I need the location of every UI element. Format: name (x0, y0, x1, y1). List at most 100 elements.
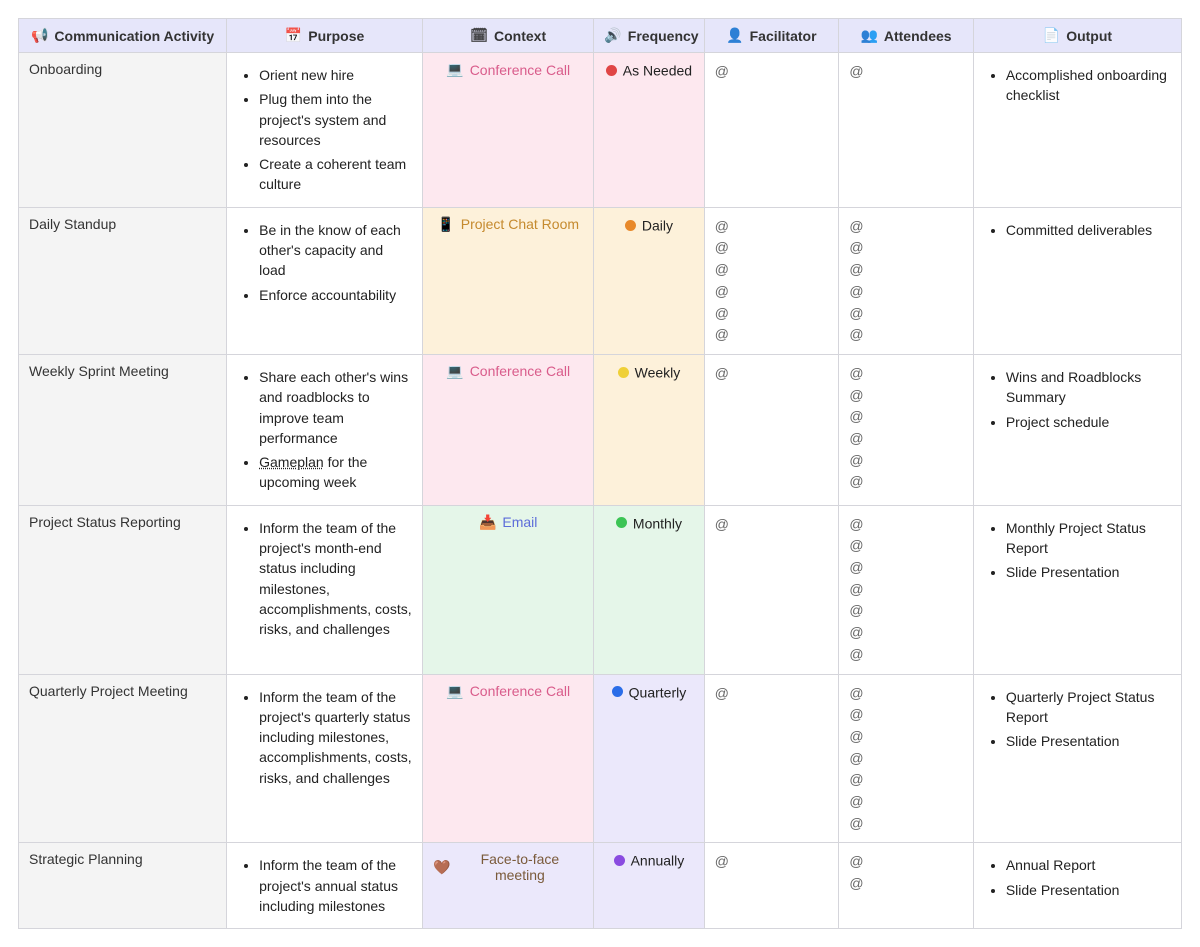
output-item: Slide Presentation (1006, 880, 1171, 900)
output-item: Quarterly Project Status Report (1006, 687, 1171, 728)
output-item: Committed deliverables (1006, 220, 1171, 240)
communication-plan-table-wrap: 📢 Communication Activity 📅 Purpose 🗓Contex… (0, 0, 1200, 947)
activity-cell: Daily Standup (19, 207, 227, 354)
attendees-cell: @ (839, 53, 974, 208)
speaker-icon: 🔊 (604, 27, 621, 44)
frequency-dot-icon (616, 517, 627, 528)
document-icon: 📄 (1043, 27, 1060, 44)
output-cell: Wins and Roadblocks Summary Project sched… (973, 354, 1181, 505)
context-label: Project Chat Room (461, 216, 579, 232)
activity-cell: Onboarding (19, 53, 227, 208)
purpose-item: Create a coherent team culture (259, 154, 412, 195)
table-row: Weekly Sprint Meeting Share each other's … (19, 354, 1182, 505)
header-context-label: Context (494, 28, 546, 44)
output-item: Wins and Roadblocks Summary (1006, 367, 1171, 408)
megaphone-icon: 📢 (31, 27, 48, 44)
output-item: Slide Presentation (1006, 562, 1171, 582)
output-item: Monthly Project Status Report (1006, 518, 1171, 559)
attendees-cell: @@@@@@@ (839, 674, 974, 843)
table-row: Quarterly Project Meeting Inform the team… (19, 674, 1182, 843)
frequency-cell: Daily (594, 207, 704, 354)
header-context: 🗓Context (422, 19, 593, 53)
frequency-dot-icon (618, 367, 629, 378)
purpose-cell: Orient new hirePlug them into the projec… (227, 53, 423, 208)
facilitator-cell: @ (704, 53, 839, 208)
purpose-cell: Inform the team of the project's quarter… (227, 674, 423, 843)
table-row: OnboardingOrient new hirePlug them into … (19, 53, 1182, 208)
context-cell: 🤎 Face-to-face meeting (422, 843, 593, 929)
frequency-label: Weekly (635, 364, 681, 380)
purpose-item: Enforce accountability (259, 285, 412, 305)
context-cell: 💻 Conference Call (422, 354, 593, 505)
frequency-cell: Quarterly (594, 674, 704, 843)
table-row: Daily Standup Be in the know of each othe… (19, 207, 1182, 354)
frequency-cell: Annually (594, 843, 704, 929)
purpose-item: Be in the know of each other's capacity … (259, 220, 412, 281)
facilitator-cell: @@@@@@ (704, 207, 839, 354)
calendar-icon: 📅 (285, 27, 302, 44)
facilitator-cell: @ (704, 843, 839, 929)
header-attendees: 👥 Attendees (839, 19, 974, 53)
output-cell: Annual Report Slide Presentation (973, 843, 1181, 929)
purpose-cell: Inform the team of the project's annual … (227, 843, 423, 929)
table-row: Project Status ReportingInform the team … (19, 505, 1182, 674)
header-facilitator-label: Facilitator (750, 28, 817, 44)
header-frequency: 🔊 Frequency (594, 19, 704, 53)
frequency-dot-icon (612, 686, 623, 697)
purpose-item: Gameplan for the upcoming week (259, 452, 412, 493)
header-purpose-label: Purpose (308, 28, 364, 44)
header-attendees-label: Attendees (884, 28, 952, 44)
output-item: Project schedule (1006, 412, 1171, 432)
output-cell: Accomplished onboarding checklist (973, 53, 1181, 208)
context-label: Conference Call (470, 363, 570, 379)
context-cell: 📥Email (422, 505, 593, 674)
output-item: Annual Report (1006, 855, 1171, 875)
header-row: 📢 Communication Activity 📅 Purpose 🗓Contex… (19, 19, 1182, 53)
purpose-cell: Be in the know of each other's capacity … (227, 207, 423, 354)
facilitator-cell: @ (704, 674, 839, 843)
activity-cell: Quarterly Project Meeting (19, 674, 227, 843)
attendees-cell: @@@@@@@ (839, 505, 974, 674)
conference_call-icon: 💻 (446, 363, 463, 380)
output-cell: Quarterly Project Status Report Slide Pre… (973, 674, 1181, 843)
context-cell: 💻Conference Call (422, 674, 593, 843)
output-cell: Committed deliverables (973, 207, 1181, 354)
attendees-cell: @@@@@@ (839, 207, 974, 354)
conference_call-icon: 💻 (446, 61, 463, 78)
output-item: Slide Presentation (1006, 731, 1171, 751)
purpose-item: Inform the team of the project's quarter… (259, 687, 412, 788)
email-icon: 📥 (479, 514, 496, 531)
facilitator-cell: @ (704, 505, 839, 674)
frequency-dot-icon (625, 220, 636, 231)
activity-cell: Weekly Sprint Meeting (19, 354, 227, 505)
header-facilitator: 👤 Facilitator (704, 19, 839, 53)
frequency-cell: As Needed (594, 53, 704, 208)
context-label: Conference Call (470, 683, 570, 699)
header-activity-label: Communication Activity (54, 28, 214, 44)
frequency-label: Monthly (633, 515, 682, 531)
frequency-cell: Monthly (594, 505, 704, 674)
header-output-label: Output (1066, 28, 1112, 44)
header-output: 📄 Output (973, 19, 1181, 53)
attendees-cell: @@@@@@ (839, 354, 974, 505)
communication-plan-table: 📢 Communication Activity 📅 Purpose 🗓Contex… (18, 18, 1182, 929)
header-activity: 📢 Communication Activity (19, 19, 227, 53)
face_to_face-icon: 🤎 (433, 859, 450, 876)
person-icon: 👤 (726, 27, 743, 44)
people-icon: 👥 (860, 27, 877, 44)
output-cell: Monthly Project Status Report Slide Prese… (973, 505, 1181, 674)
frequency-label: Quarterly (629, 684, 687, 700)
header-purpose: 📅 Purpose (227, 19, 423, 53)
context-cell: 💻 Conference Call (422, 53, 593, 208)
purpose-cell: Inform the team of the project's month-e… (227, 505, 423, 674)
frequency-cell: Weekly (594, 354, 704, 505)
facilitator-cell: @ (704, 354, 839, 505)
context-cell: 📱Project Chat Room (422, 207, 593, 354)
purpose-item: Share each other's wins and roadblocks t… (259, 367, 412, 448)
attendees-cell: @@ (839, 843, 974, 929)
frequency-label: Annually (631, 853, 685, 869)
header-frequency-label: Frequency (628, 28, 699, 44)
context-label: Face-to-face meeting (456, 851, 583, 883)
context-label: Conference Call (470, 62, 570, 78)
purpose-item: Plug them into the project's system and … (259, 89, 412, 150)
